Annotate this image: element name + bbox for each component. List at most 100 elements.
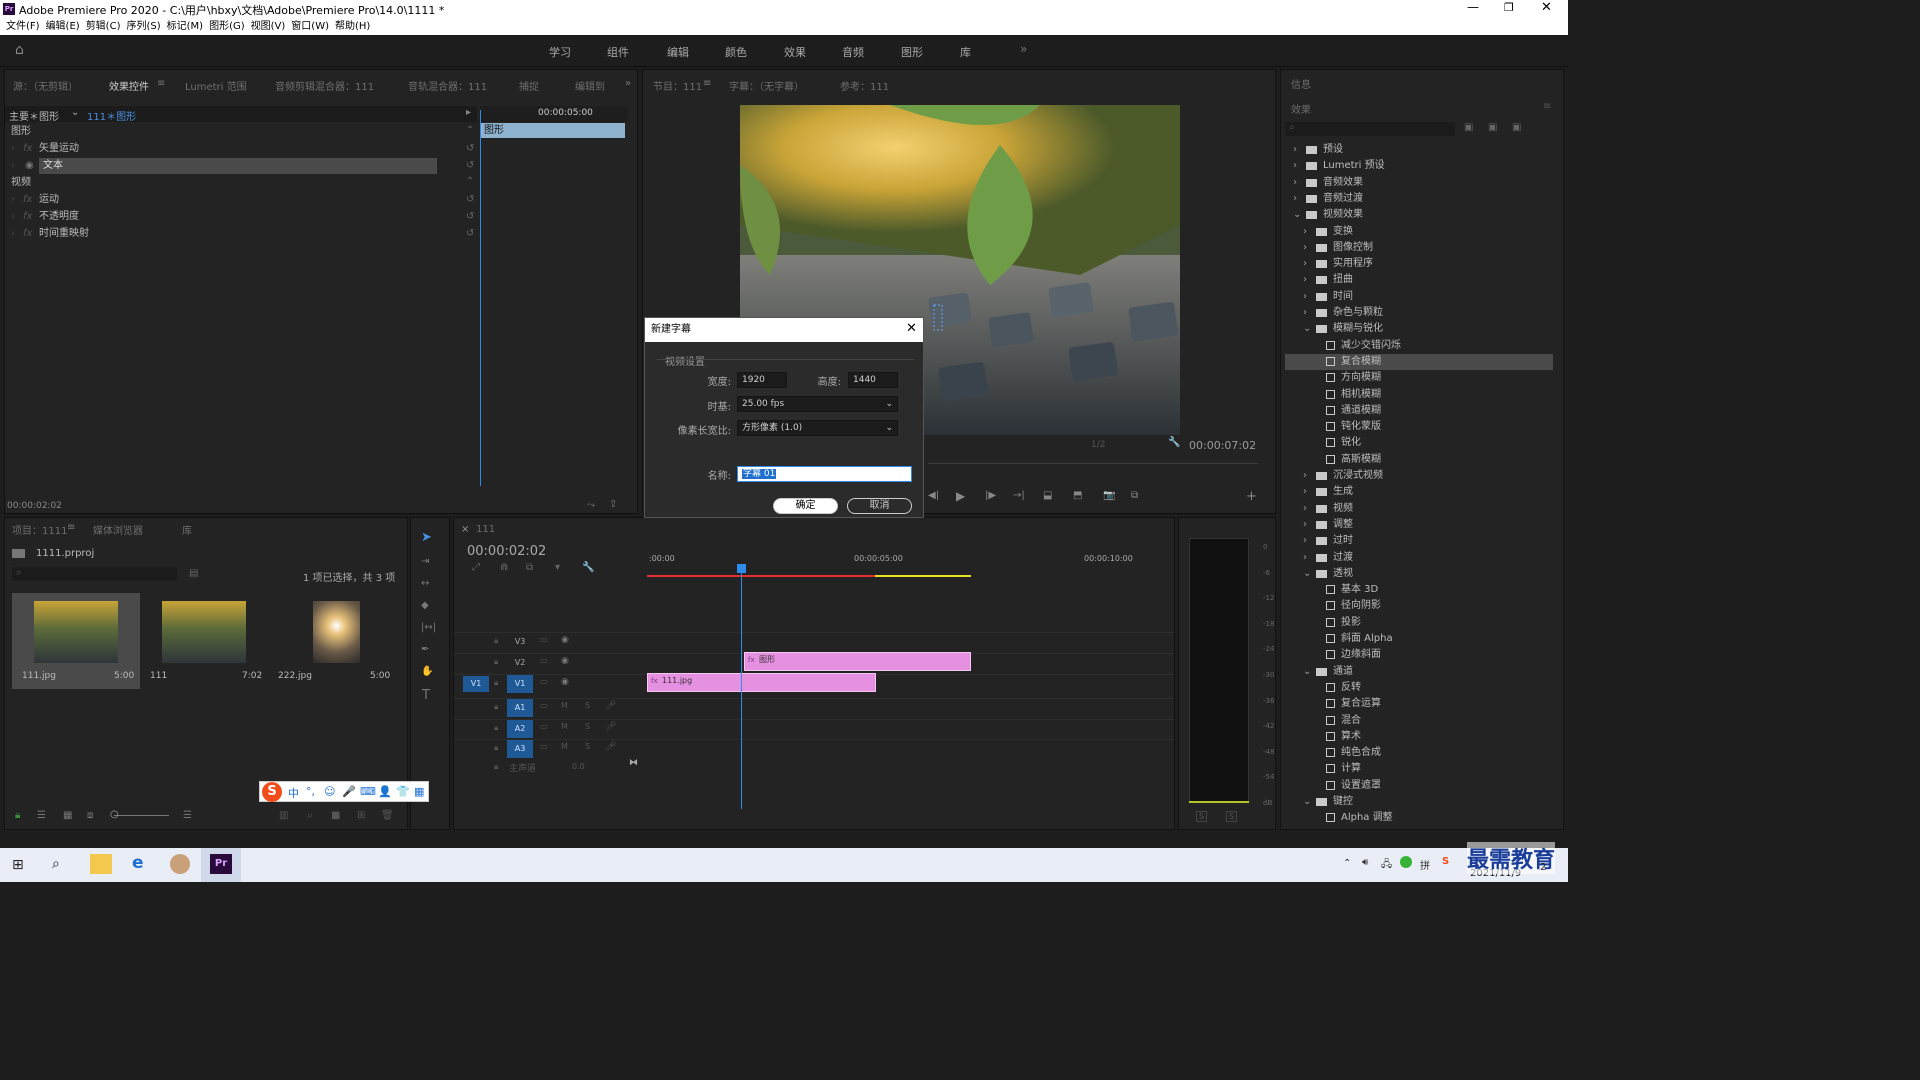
work-area-bar[interactable] [875, 575, 971, 577]
extract-icon[interactable]: ⬒ [1073, 490, 1082, 501]
ime-tool-icon[interactable]: 👤 [378, 785, 392, 798]
lock-icon[interactable]: 🔒︎ [15, 810, 20, 821]
effects-tree-item[interactable]: 基本 3D [1285, 582, 1553, 598]
mic-icon[interactable]: 🎤︎ [605, 742, 616, 752]
toggle-track-icon[interactable]: ⧓ [629, 758, 638, 768]
source-panel-tab[interactable]: Lumetri 范围 [185, 78, 247, 93]
32bit-effects-icon[interactable]: ▣ [1488, 122, 1497, 133]
timeline-playhead[interactable] [741, 566, 742, 809]
effects-tree-item[interactable]: › 实用程序 [1285, 256, 1553, 272]
timeline-tab[interactable]: 111 [476, 524, 495, 535]
master-clip-label[interactable]: 主要＊图形 [9, 108, 59, 123]
track-lock-icon[interactable]: 🔒︎ [494, 743, 498, 753]
effects-tree-item[interactable]: › 过渡 [1285, 550, 1553, 566]
graphic-clip-bar[interactable]: 图形 [480, 123, 625, 138]
pen-tool-icon[interactable]: ✒ [421, 644, 429, 655]
effects-tree-item[interactable]: › 音频过渡 [1285, 191, 1553, 207]
premiere-taskbar-button[interactable]: Pr [201, 848, 241, 882]
sync-lock-icon[interactable]: ▭ [540, 701, 548, 710]
automate-icon[interactable]: ▥ [279, 810, 288, 821]
expand-chevron-icon[interactable]: › [11, 209, 15, 225]
more-tabs-icon[interactable]: » [625, 78, 631, 89]
program-panel-tab[interactable]: 字幕：（无字幕） [729, 78, 804, 93]
ime-tool-icon[interactable]: ▦ [414, 785, 424, 798]
step-back-icon[interactable]: ◀| [928, 490, 939, 501]
zoom-slider[interactable] [114, 815, 169, 816]
mic-icon[interactable]: 🎤︎ [605, 722, 616, 732]
track-lock-icon[interactable]: 🔒︎ [494, 636, 498, 646]
workspace-tab[interactable]: 编辑 [667, 44, 689, 60]
effects-tree-item[interactable]: › 图像控制 [1285, 240, 1553, 256]
ok-button[interactable]: 确定 [773, 498, 838, 514]
effects-tree-item[interactable]: 投影 [1285, 615, 1553, 631]
effects-tree-item[interactable]: › 沉浸式视频 [1285, 468, 1553, 484]
eye-icon[interactable]: ◉ [561, 635, 569, 645]
step-forward-icon[interactable]: |▶ [985, 490, 996, 501]
effects-tree-item[interactable]: Alpha 调整 [1285, 810, 1553, 826]
list-view-icon[interactable]: ☰ [37, 810, 46, 821]
solo-button[interactable]: S [585, 742, 590, 751]
mic-icon[interactable]: 🎤︎ [605, 701, 616, 711]
effects-panel-title[interactable]: 效果 [1291, 101, 1311, 116]
tray-expand-icon[interactable]: ⌃ [1343, 858, 1351, 869]
menu-item[interactable]: 编辑(E) [46, 18, 80, 35]
menu-item[interactable]: 文件(F) [6, 18, 40, 35]
new-bin-icon[interactable]: ▤ [189, 568, 198, 579]
ime-tool-icon[interactable]: ⌨ [360, 785, 376, 798]
track-target[interactable]: A2 [507, 720, 533, 738]
effects-tree-item[interactable]: ⌄ 通道 [1285, 664, 1553, 680]
effects-tree-item[interactable]: 混合 [1285, 713, 1553, 729]
effects-search-input[interactable]: ⌕ [1285, 122, 1455, 136]
ime-tool-icon[interactable]: 👕 [396, 785, 410, 798]
eye-icon[interactable]: ◉ [561, 656, 569, 666]
new-bin-footer-icon[interactable]: ■ [331, 810, 340, 821]
fit-dropdown[interactable]: 1/2 [1091, 440, 1105, 450]
effect-row[interactable]: fx 不透明度 › ↺ [11, 209, 477, 225]
ime-tool-icon[interactable]: °, [306, 785, 315, 798]
minimize-icon[interactable]: — [1467, 0, 1479, 14]
graphic-clip[interactable]: fx 图形 [744, 652, 971, 671]
share-icon[interactable]: ⇪ [609, 499, 617, 510]
close-tab-icon[interactable]: × [461, 524, 469, 535]
lift-icon[interactable]: ⬓ [1043, 490, 1052, 501]
search-icon[interactable]: ⌕ [52, 856, 60, 872]
menu-item[interactable]: 窗口(W) [291, 18, 329, 35]
home-icon[interactable]: ⌂ [15, 42, 24, 58]
effects-tree-item[interactable]: 锐化 [1285, 435, 1553, 451]
program-scrubber[interactable] [928, 463, 1258, 464]
notification-badge[interactable]: 2 [1540, 862, 1546, 873]
menu-item[interactable]: 帮助(H) [335, 18, 370, 35]
effects-tree-item[interactable]: 算术 [1285, 729, 1553, 745]
track-target[interactable]: A1 [507, 699, 533, 717]
reset-icon[interactable]: ↺ [466, 141, 474, 157]
source-panel-tab[interactable]: 编辑到 [575, 78, 605, 93]
effects-tree-item[interactable]: 复合运算 [1285, 696, 1553, 712]
volume-icon[interactable]: 🔊︎ [1362, 857, 1368, 868]
trash-icon[interactable]: 🗑︎ [381, 810, 394, 821]
workspace-tab[interactable]: 音频 [842, 44, 864, 60]
sort-icon[interactable]: ☰ [183, 810, 192, 821]
ime-tool-icon[interactable]: 🎤 [342, 785, 356, 798]
effect-row[interactable]: fx 矢量运动 › ↺ [11, 141, 477, 157]
close-icon[interactable]: ✕ [906, 321, 917, 336]
expand-chevron-icon[interactable]: › [11, 158, 15, 174]
program-panel-tab[interactable]: 参考：111 [840, 78, 889, 93]
sync-lock-icon[interactable]: ▭ [540, 722, 548, 731]
go-to-out-icon[interactable]: →| [1013, 490, 1025, 501]
effects-tree-item[interactable]: ⌄ 模糊与锐化 [1285, 321, 1553, 337]
pixel-aspect-select[interactable]: 方形像素 (1.0) ⌄ [737, 420, 898, 436]
image-clip[interactable]: fx 111.jpg [647, 673, 876, 692]
type-tool-icon[interactable]: T [422, 688, 430, 703]
icon-view-icon[interactable]: ▦ [63, 810, 72, 821]
track-lock-icon[interactable]: 🔒︎ [494, 657, 498, 667]
effects-tree-item[interactable]: 钝化蒙版 [1285, 419, 1553, 435]
source-panel-tab[interactable]: 音频剪辑混合器：111 [275, 78, 374, 93]
effect-section-header[interactable]: 视频 [11, 175, 477, 191]
yuv-effects-icon[interactable]: ▣ [1512, 122, 1521, 133]
play-only-icon[interactable]: ▸ [466, 107, 471, 118]
mute-button[interactable]: M [561, 742, 568, 751]
selection-tool-icon[interactable]: ➤ [421, 530, 432, 545]
file-explorer-icon[interactable] [90, 854, 112, 874]
effects-tree-item[interactable]: › 视频 [1285, 501, 1553, 517]
effects-tree-item[interactable]: 高斯模糊 [1285, 452, 1553, 468]
